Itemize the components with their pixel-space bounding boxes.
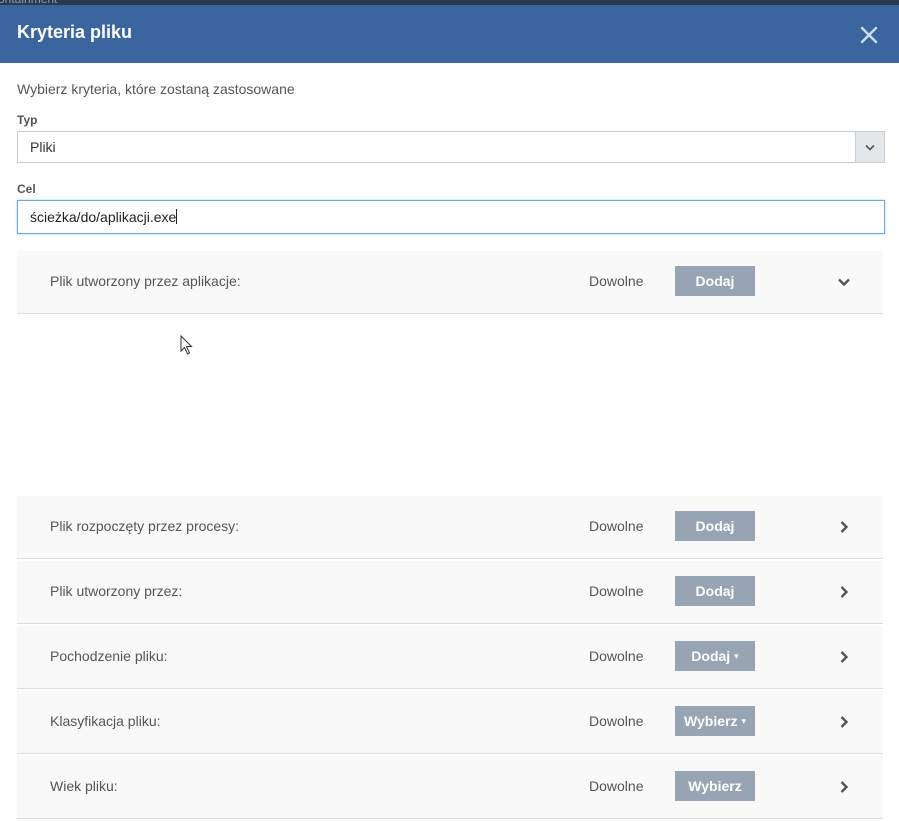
chevron-down-icon[interactable] [855, 132, 884, 162]
target-input[interactable]: ścieżka/do/aplikacji.exe [17, 200, 885, 234]
caret-down-icon: ▾ [741, 715, 746, 726]
criteria-dropdown-button[interactable]: Wybierz ▾ [675, 706, 755, 736]
chevron-down-icon[interactable] [835, 273, 853, 291]
criteria-row[interactable]: Wiek pliku: Dowolne Wybierz [17, 756, 883, 819]
criteria-row-value: Dowolne [589, 713, 644, 729]
type-select[interactable]: Pliki [17, 131, 885, 163]
criteria-row-value: Dowolne [589, 273, 644, 289]
criteria-button-label: Dodaj [691, 648, 731, 664]
mouse-cursor-icon [180, 334, 193, 360]
dialog-subtitle: Wybierz kryteria, które zostaną zastosow… [17, 81, 295, 97]
target-input-value: ścieżka/do/aplikacji.exe [30, 209, 177, 225]
criteria-add-button[interactable]: Dodaj [675, 266, 755, 296]
criteria-row-value: Dowolne [589, 648, 644, 664]
dialog-title: Kryteria pliku [17, 22, 133, 42]
close-icon[interactable] [859, 25, 879, 45]
criteria-row-label: Plik utworzony przez: [50, 583, 183, 599]
criteria-row[interactable]: Klasyfikacja pliku: Dowolne Wybierz ▾ [17, 691, 883, 754]
chevron-right-icon[interactable] [835, 713, 853, 731]
type-label: Typ [17, 113, 38, 127]
target-label: Cel [17, 182, 36, 196]
caret-down-icon: ▾ [734, 650, 739, 661]
criteria-row[interactable]: Plik rozpoczęty przez procesy: Dowolne Dod… [17, 496, 883, 559]
chevron-right-icon[interactable] [835, 583, 853, 601]
criteria-row-label: Wiek pliku: [50, 778, 118, 794]
criteria-button-label: Dodaj [695, 583, 735, 599]
criteria-row-label: Plik rozpoczęty przez procesy: [50, 518, 240, 534]
criteria-add-button[interactable]: Wybierz [675, 771, 755, 801]
criteria-dropdown-button[interactable]: Dodaj ▾ [675, 641, 755, 671]
criteria-row-label: Plik utworzony przez aplikacje: [50, 273, 241, 289]
criteria-button-label: Wybierz [684, 713, 738, 729]
expanded-content-area [17, 314, 883, 496]
criteria-add-button[interactable]: Dodaj [675, 511, 755, 541]
criteria-row[interactable]: Plik utworzony przez: Dowolne Dodaj [17, 561, 883, 624]
criteria-row-label: Klasyfikacja pliku: [50, 713, 161, 729]
criteria-button-label: Wybierz [688, 778, 742, 794]
dialog-header: Kryteria pliku [0, 5, 899, 63]
criteria-row-value: Dowolne [589, 778, 644, 794]
chevron-right-icon[interactable] [835, 518, 853, 536]
criteria-button-label: Dodaj [695, 273, 735, 289]
criteria-row-value: Dowolne [589, 518, 644, 534]
criteria-row[interactable]: Pochodzenie pliku: Dowolne Dodaj ▾ [17, 626, 883, 689]
type-select-value: Pliki [30, 139, 56, 155]
criteria-add-button[interactable]: Dodaj [675, 576, 755, 606]
criteria-row-value: Dowolne [589, 583, 644, 599]
chevron-right-icon[interactable] [835, 648, 853, 666]
criteria-row-label: Pochodzenie pliku: [50, 648, 168, 664]
criteria-row[interactable]: Plik utworzony przez aplikacje: Dowolne Do… [17, 251, 883, 314]
chevron-right-icon[interactable] [835, 778, 853, 796]
text-caret [176, 209, 178, 224]
criteria-button-label: Dodaj [695, 518, 735, 534]
